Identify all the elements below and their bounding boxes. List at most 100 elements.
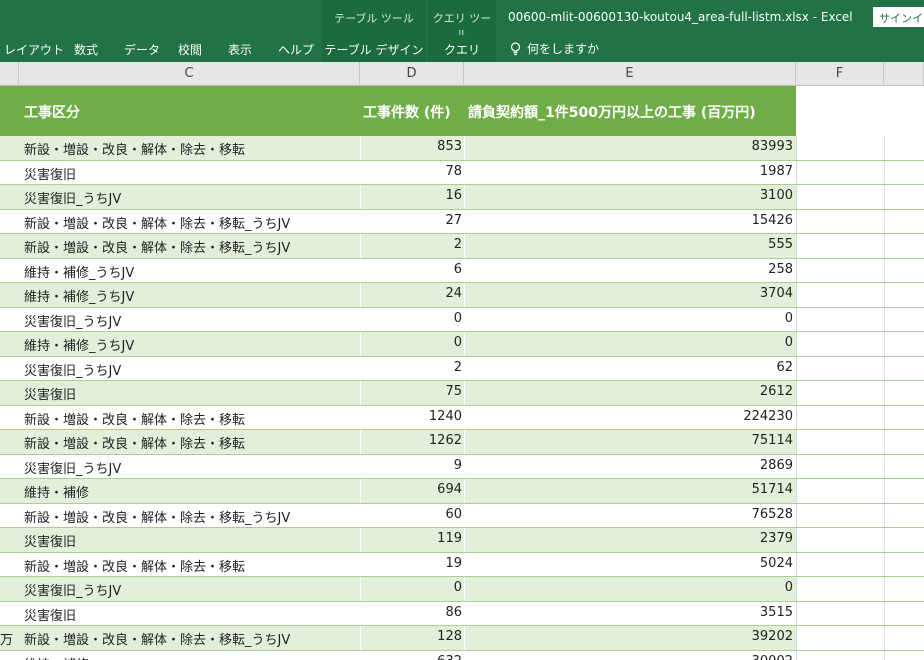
cell-category[interactable]: 維持・補修_うちJV bbox=[24, 286, 134, 305]
table-row: 災害復旧_うちJV 16 3100 bbox=[0, 185, 924, 210]
tell-me-box[interactable]: 何をしますか bbox=[510, 40, 599, 57]
cell-amount[interactable]: 30002 bbox=[465, 654, 793, 660]
cell-category[interactable]: 新設・増設・改良・解体・除去・移転_うちJV bbox=[24, 629, 290, 648]
cell-count[interactable]: 0 bbox=[360, 335, 462, 350]
cell-amount[interactable]: 39202 bbox=[465, 629, 793, 644]
cell-category[interactable]: 災害復旧 bbox=[24, 605, 76, 624]
cell-amount[interactable]: 2612 bbox=[465, 384, 793, 399]
cell-amount[interactable]: 2869 bbox=[465, 458, 793, 473]
column-header-f[interactable]: F bbox=[796, 62, 884, 86]
cell-amount[interactable]: 0 bbox=[465, 335, 793, 350]
header-cell-category[interactable]: 工事区分 bbox=[24, 102, 80, 122]
cell-count[interactable]: 2 bbox=[360, 237, 462, 252]
cell-count[interactable]: 19 bbox=[360, 556, 462, 571]
cell-count[interactable]: 86 bbox=[360, 605, 462, 620]
cell-category[interactable]: 維持・補修 bbox=[24, 482, 89, 501]
table-row: 災害復旧_うちJV 2 62 bbox=[0, 356, 924, 381]
cell-category[interactable]: 新設・増設・改良・解体・除去・移転_うちJV bbox=[24, 237, 290, 256]
column-header-d[interactable]: D bbox=[360, 62, 464, 86]
document-title: 00600-mlit-00600130-koutou4_area-full-li… bbox=[508, 10, 853, 24]
table-row: 災害復旧 75 2612 bbox=[0, 381, 924, 406]
column-headers: C D E F bbox=[0, 62, 924, 86]
column-header-g-partial[interactable] bbox=[884, 62, 924, 86]
cell-amount[interactable]: 5024 bbox=[465, 556, 793, 571]
column-header-e[interactable]: E bbox=[464, 62, 796, 86]
cell-count[interactable]: 78 bbox=[360, 164, 462, 179]
table-row: 新設・増設・改良・解体・除去・移転_うちJV 60 76528 bbox=[0, 503, 924, 528]
cell-amount[interactable]: 555 bbox=[465, 237, 793, 252]
cell-amount[interactable]: 3515 bbox=[465, 605, 793, 620]
signin-button[interactable]: サインイン bbox=[873, 7, 924, 27]
cell-category[interactable]: 新設・増設・改良・解体・除去・移転_うちJV bbox=[24, 507, 290, 526]
cell-count[interactable]: 632 bbox=[360, 654, 462, 660]
cell-count[interactable]: 2 bbox=[360, 360, 462, 375]
cell-count[interactable]: 9 bbox=[360, 458, 462, 473]
cell-category[interactable]: 災害復旧_うちJV bbox=[24, 580, 121, 599]
cell-amount[interactable]: 2379 bbox=[465, 531, 793, 546]
cell-count[interactable]: 16 bbox=[360, 188, 462, 203]
cell-count[interactable]: 1240 bbox=[360, 409, 462, 424]
tab-data[interactable]: データ bbox=[124, 35, 160, 62]
cell-amount[interactable]: 62 bbox=[465, 360, 793, 375]
tab-help[interactable]: ヘルプ bbox=[278, 35, 314, 62]
cell-category[interactable]: 災害復旧_うちJV bbox=[24, 311, 121, 330]
table-row: 維持・補修_うちJV 6 258 bbox=[0, 258, 924, 283]
cell-category[interactable]: 新設・増設・改良・解体・除去・移転 bbox=[24, 433, 245, 452]
cell-count[interactable]: 128 bbox=[360, 629, 462, 644]
cell-count[interactable]: 694 bbox=[360, 482, 462, 497]
cell-count[interactable]: 119 bbox=[360, 531, 462, 546]
cell-category[interactable]: 新設・増設・改良・解体・除去・移転 bbox=[24, 139, 245, 158]
column-header-c[interactable]: C bbox=[19, 62, 360, 86]
table-row: 維持・補修 694 51714 bbox=[0, 479, 924, 504]
cell-category[interactable]: 災害復旧_うちJV bbox=[24, 458, 121, 477]
cell-category[interactable]: 新設・増設・改良・解体・除去・移転_うちJV bbox=[24, 213, 290, 232]
table-row: 新設・増設・改良・解体・除去・移転_うちJV 27 15426 bbox=[0, 209, 924, 234]
header-cell-amount[interactable]: 請負契約額_1件500万円以上の工事 (百万円) bbox=[468, 102, 756, 122]
cell-category[interactable]: 災害復旧_うちJV bbox=[24, 188, 121, 207]
table-row: 維持・補修 63230002 bbox=[0, 650, 924, 660]
cell-count[interactable]: 853 bbox=[360, 139, 462, 154]
tab-view[interactable]: 表示 bbox=[228, 35, 252, 62]
cell-category[interactable]: 新設・増設・改良・解体・除去・移転 bbox=[24, 556, 245, 575]
cell-amount[interactable]: 258 bbox=[465, 262, 793, 277]
table-row: 新設・増設・改良・解体・除去・移転_うちJV 2 555 bbox=[0, 234, 924, 259]
cell-amount[interactable]: 3704 bbox=[465, 286, 793, 301]
cell-category[interactable]: 維持・補修 bbox=[24, 654, 89, 660]
table-header-row: 工事区分 工事件数 (件) 請負契約額_1件500万円以上の工事 (百万円) bbox=[0, 86, 796, 136]
cell-category[interactable]: 維持・補修_うちJV bbox=[24, 335, 134, 354]
cell-count[interactable]: 60 bbox=[360, 507, 462, 522]
cell-count[interactable]: 0 bbox=[360, 580, 462, 595]
cell-category[interactable]: 災害復旧 bbox=[24, 384, 76, 403]
cell-category[interactable]: 災害復旧_うちJV bbox=[24, 360, 121, 379]
cell-amount[interactable]: 76528 bbox=[465, 507, 793, 522]
tab-review[interactable]: 校閲 bbox=[178, 35, 202, 62]
cell-amount[interactable]: 83993 bbox=[465, 139, 793, 154]
cell-category[interactable]: 維持・補修_うちJV bbox=[24, 262, 134, 281]
cell-amount[interactable]: 75114 bbox=[465, 433, 793, 448]
table-row: 災害復旧_うちJV 9 2869 bbox=[0, 454, 924, 479]
header-cell-count[interactable]: 工事件数 (件) bbox=[363, 102, 451, 122]
cell-amount[interactable]: 224230 bbox=[465, 409, 793, 424]
cell-count[interactable]: 75 bbox=[360, 384, 462, 399]
cell-count[interactable]: 0 bbox=[360, 311, 462, 326]
cell-amount[interactable]: 0 bbox=[465, 580, 793, 595]
tab-query[interactable]: クエリ bbox=[428, 35, 496, 62]
cell-category[interactable]: 新設・増設・改良・解体・除去・移転 bbox=[24, 409, 245, 428]
column-header-partial[interactable] bbox=[0, 62, 19, 86]
tab-formulas[interactable]: 数式 bbox=[74, 35, 98, 62]
cell-category[interactable]: 災害復旧 bbox=[24, 531, 76, 550]
cell-amount[interactable]: 15426 bbox=[465, 213, 793, 228]
tab-table-design[interactable]: テーブル デザイン bbox=[322, 35, 426, 62]
cell-category[interactable]: 災害復旧 bbox=[24, 164, 76, 183]
cell-count[interactable]: 1262 bbox=[360, 433, 462, 448]
cell-count[interactable]: 27 bbox=[360, 213, 462, 228]
tab-layout[interactable]: レイアウト bbox=[4, 35, 64, 62]
cell-amount[interactable]: 3100 bbox=[465, 188, 793, 203]
table-row: 維持・補修_うちJV 0 0 bbox=[0, 332, 924, 357]
cell-count[interactable]: 6 bbox=[360, 262, 462, 277]
cell-amount[interactable]: 0 bbox=[465, 311, 793, 326]
cell-amount[interactable]: 1987 bbox=[465, 164, 793, 179]
cell-col-a[interactable]: 万 bbox=[0, 629, 18, 648]
cell-count[interactable]: 24 bbox=[360, 286, 462, 301]
cell-amount[interactable]: 51714 bbox=[465, 482, 793, 497]
